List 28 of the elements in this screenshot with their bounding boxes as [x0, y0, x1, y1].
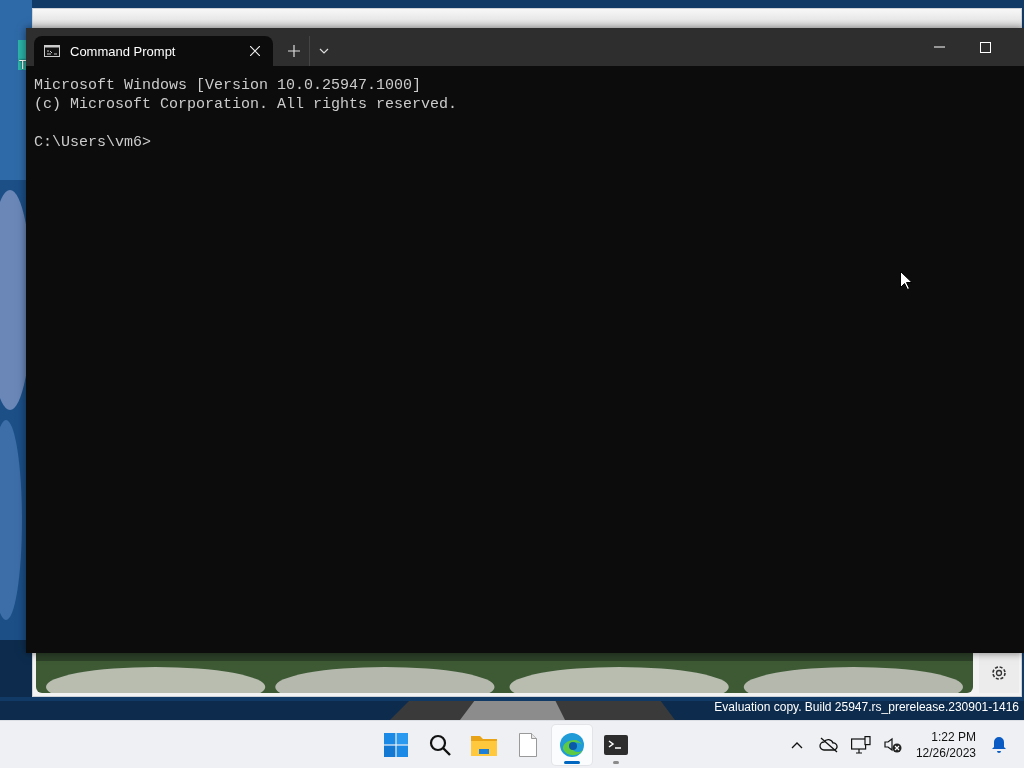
evaluation-watermark: Evaluation copy. Build 25947.rs_prerelease.230901-1416 [714, 700, 1019, 714]
network-monitor-icon [850, 735, 871, 754]
close-icon [250, 46, 260, 56]
settings-button[interactable] [979, 653, 1019, 693]
mouse-cursor-icon [900, 271, 912, 290]
minimize-icon [933, 46, 945, 48]
command-prompt-line[interactable]: C:\Users\vm6> [34, 133, 1016, 152]
plus-icon [288, 45, 300, 57]
clock-button[interactable]: 1:22 PM 12/26/2023 [911, 728, 980, 761]
browser-icon [558, 731, 585, 758]
chevron-down-icon [318, 48, 329, 54]
console-output-line: Microsoft Windows [Version 10.0.25947.1000] [34, 76, 423, 95]
console-output-line: (c) Microsoft Corporation. All rights reserved. [34, 95, 459, 114]
terminal-tab[interactable]: Command Prompt [34, 36, 273, 66]
tab-title: Command Prompt [70, 43, 177, 59]
folder-icon [470, 733, 497, 756]
terminal-icon [603, 734, 628, 755]
document-icon [518, 732, 537, 757]
speaker-muted-icon [883, 736, 902, 753]
taskbar-app-button[interactable] [551, 724, 592, 765]
chevron-up-icon [790, 740, 803, 749]
settings-icon [990, 664, 1008, 682]
command-prompt-icon [44, 45, 60, 57]
cloud-crossed-icon [818, 736, 839, 753]
windows-logo-icon [383, 732, 408, 757]
search-icon [428, 733, 451, 756]
maximize-icon [979, 41, 991, 53]
bell-icon [991, 736, 1007, 753]
